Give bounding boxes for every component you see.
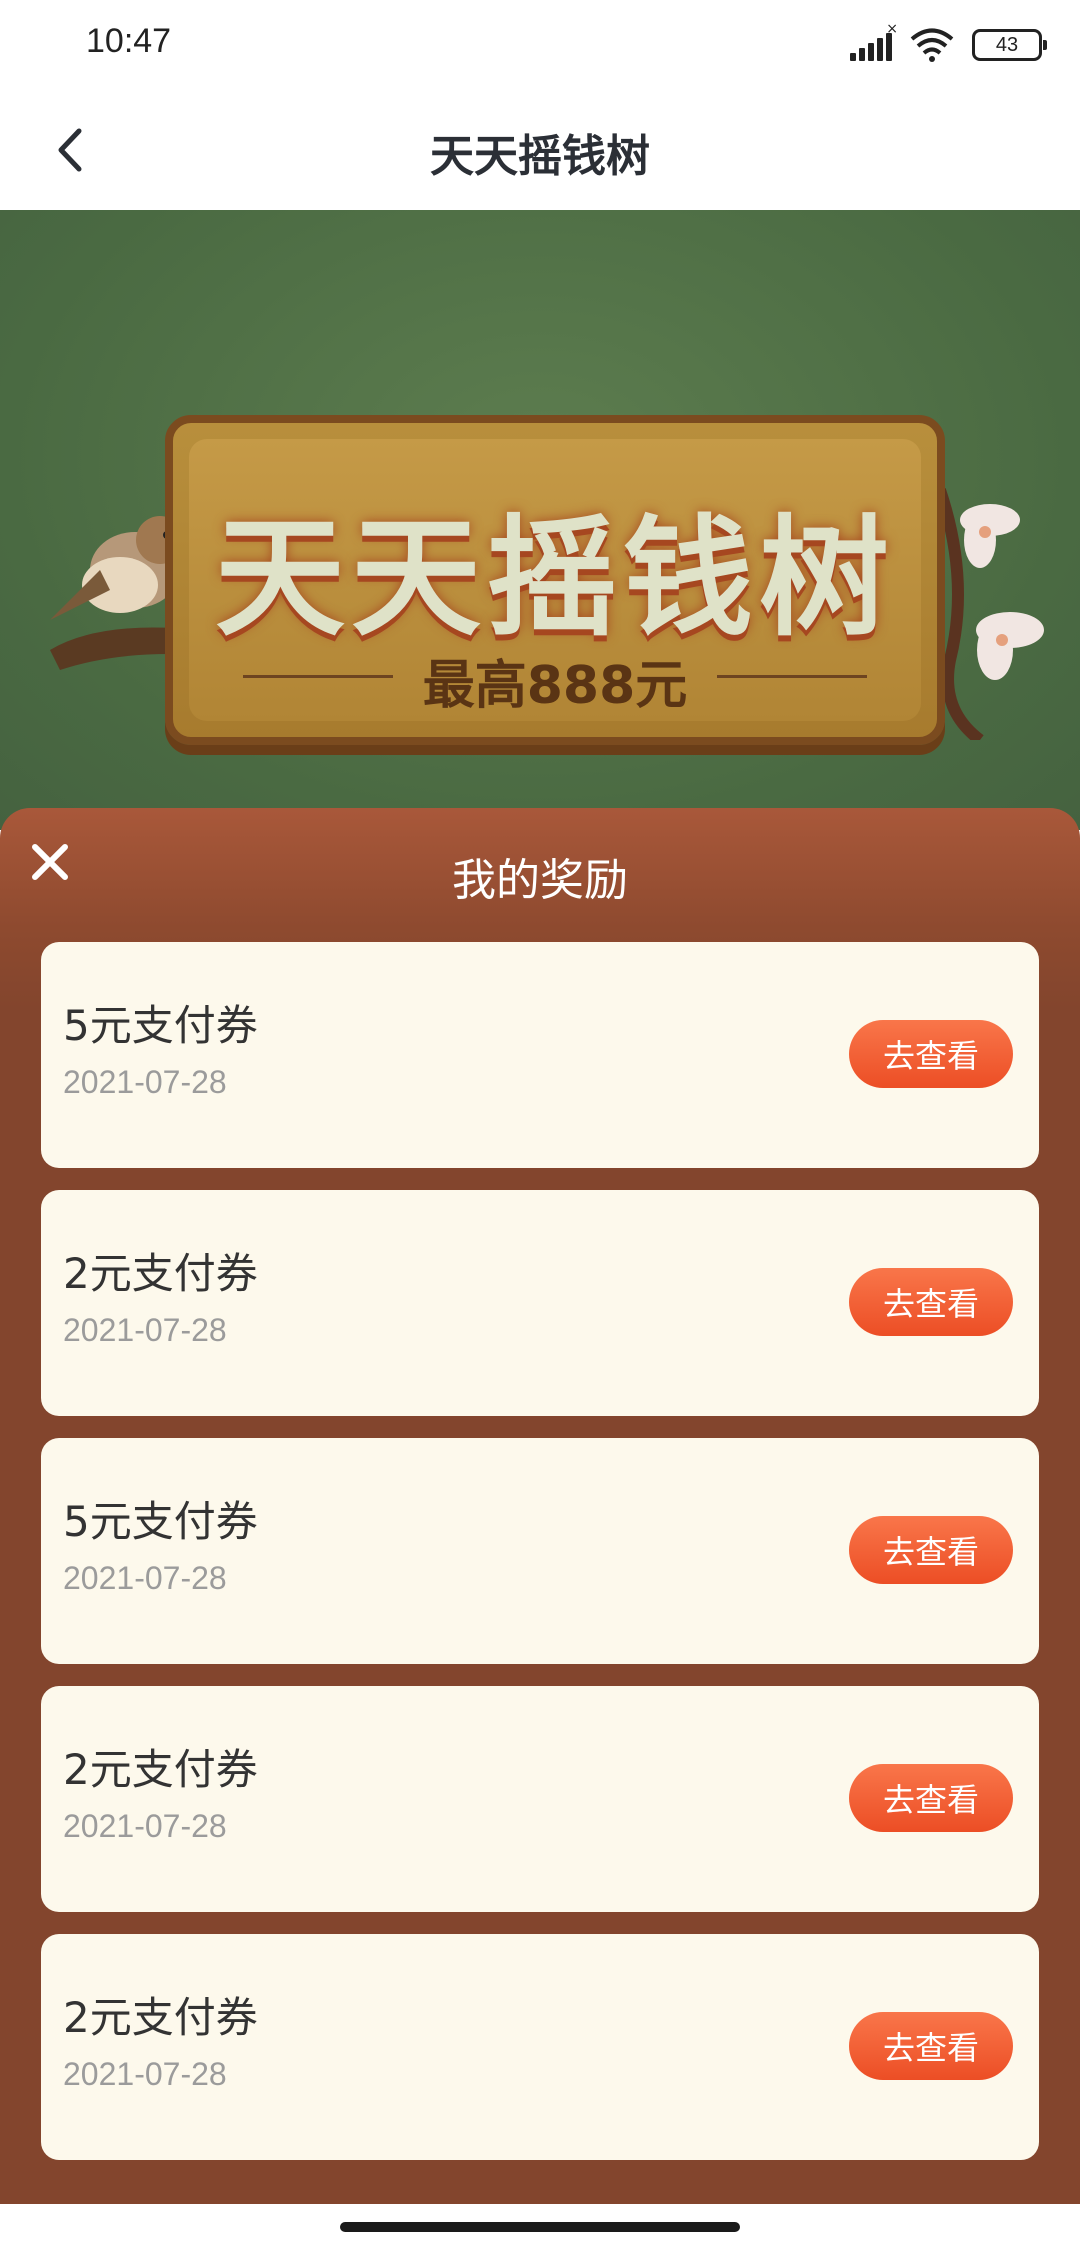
wifi-icon [910,28,954,62]
reward-date: 2021-07-28 [63,1064,227,1100]
game-logo-sign: 天天摇钱树 最高888元 [165,415,945,745]
reward-name: 2元支付券 [63,1745,258,1794]
title-bar: 天天摇钱树 [0,90,1080,210]
reward-date: 2021-07-28 [63,1560,227,1596]
status-bar: 10:47 × 43 [0,0,1080,90]
reward-date: 2021-07-28 [63,1808,227,1844]
page-title: 天天摇钱树 [430,131,650,182]
rewards-sheet: 我的奖励 5元支付券 2021-07-28 去查看 2元支付券 2021-07-… [0,808,1080,2204]
banner-subtitle: 最高888元 [422,656,688,716]
home-indicator[interactable] [340,2222,740,2232]
reward-item: 2元支付券 2021-07-28 去查看 [41,1686,1039,1912]
reward-name: 5元支付券 [63,1497,258,1546]
status-icons: × 43 [850,21,1047,62]
sheet-title: 我的奖励 [452,855,628,906]
banner-title: 天天摇钱树 [214,502,895,654]
reward-item: 2元支付券 2021-07-28 去查看 [41,1190,1039,1416]
reward-list: 5元支付券 2021-07-28 去查看 2元支付券 2021-07-28 去查… [41,942,1039,2182]
reward-item: 2元支付券 2021-07-28 去查看 [41,1934,1039,2160]
signal-icon: × [850,21,898,61]
navigation-bar [0,2204,1080,2248]
view-reward-button[interactable]: 去查看 [849,1020,1013,1088]
view-reward-button[interactable]: 去查看 [849,1516,1013,1584]
reward-item: 5元支付券 2021-07-28 去查看 [41,1438,1039,1664]
game-banner: 天天摇钱树 最高888元 [0,210,1080,830]
reward-name: 2元支付券 [63,1993,258,2042]
reward-date: 2021-07-28 [63,1312,227,1348]
view-reward-button[interactable]: 去查看 [849,2012,1013,2080]
reward-name: 5元支付券 [63,1001,258,1050]
battery-level: 43 [995,33,1019,56]
view-reward-button[interactable]: 去查看 [849,1268,1013,1336]
reward-date: 2021-07-28 [63,2056,227,2092]
view-reward-button[interactable]: 去查看 [849,1764,1013,1832]
status-time: 10:47 [86,22,172,60]
battery-icon: 43 [972,29,1047,61]
reward-item: 5元支付券 2021-07-28 去查看 [41,942,1039,1168]
reward-name: 2元支付券 [63,1249,258,1298]
